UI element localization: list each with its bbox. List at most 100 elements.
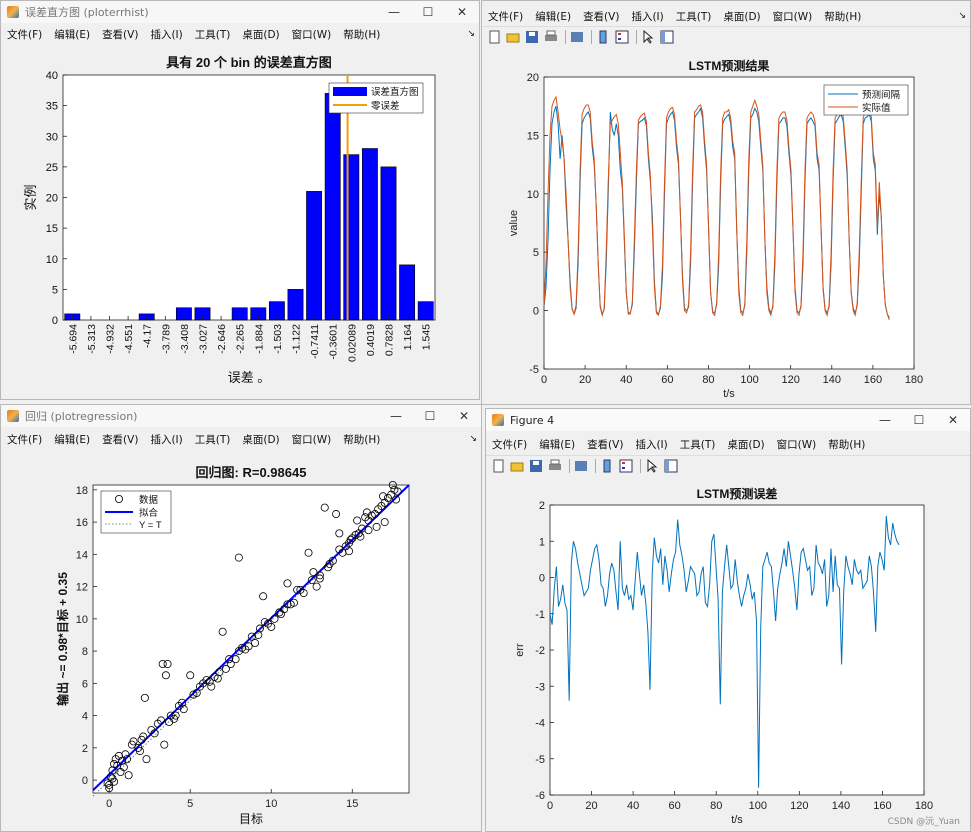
close-button[interactable]: ✕ [445,1,479,23]
menu-help[interactable]: 帮助(H) [343,27,380,42]
menu-window[interactable]: 窗口(W) [292,432,332,447]
legend-label: Y = T [139,520,162,531]
maximize-button[interactable]: ☐ [411,1,445,23]
err-titlebar[interactable]: Figure 4 — ☐ ✕ [486,409,970,431]
pointer-icon[interactable] [640,29,656,45]
new-figure-icon[interactable] [490,458,506,474]
x-tick-label: -4.551 [123,324,135,354]
legend-icon[interactable] [618,458,634,474]
minimize-button[interactable]: — [868,409,902,431]
menu-file[interactable]: 文件(F) [7,432,42,447]
save-icon[interactable] [524,29,540,45]
link-plot-icon[interactable] [569,29,585,45]
menu-insert[interactable]: 插入(I) [150,432,182,447]
open-folder-icon[interactable] [509,458,525,474]
maximize-button[interactable]: ☐ [902,409,936,431]
pred-toolbar [482,26,970,46]
print-icon[interactable] [543,29,559,45]
menu-window[interactable]: 窗口(W) [777,437,817,452]
x-tick-label: 40 [620,374,632,386]
colorbar-icon[interactable] [599,458,615,474]
menu-window[interactable]: 窗口(W) [292,27,332,42]
y-axis-label: 输出 ~= 0.98*目标 + 0.35 [55,572,70,706]
y-axis-label: 实例 [23,184,38,210]
property-editor-icon[interactable] [659,29,675,45]
menu-edit[interactable]: 编辑(E) [54,27,90,42]
menu-desktop[interactable]: 桌面(D) [242,432,279,447]
err-window-title: Figure 4 [510,413,555,427]
menu-tools[interactable]: 工具(T) [195,432,231,447]
pred-chart: LSTM预测结果0 20 40 60 80 100 120 140 160 180-5051015… [482,47,970,404]
menu-help[interactable]: 帮助(H) [343,432,380,447]
x-tick-label: 0 [547,800,553,812]
legend-label: 数据 [139,494,159,506]
minimize-button[interactable]: — [379,405,413,427]
x-tick-label: 100 [740,374,758,386]
x-tick-label: -2.265 [235,324,247,354]
legend-label: 实际值 [862,102,891,114]
x-tick-label: -5.694 [67,324,79,354]
print-icon[interactable] [547,458,563,474]
legend-icon[interactable] [614,29,630,45]
menu-desktop[interactable]: 桌面(D) [242,27,279,42]
menu-insert[interactable]: 插入(I) [635,437,667,452]
hist-chart: 具有 20 个 bin 的误差直方图 0 5 10 15 20 25 30 35 40 -5.694… [1,45,479,399]
menu-arrow-icon[interactable]: ↘ [958,11,966,21]
menu-desktop[interactable]: 桌面(D) [723,9,760,24]
y-tick-label: 16 [76,517,88,529]
menu-arrow-icon[interactable]: ↘ [467,29,475,39]
x-tick-label: 0 [541,374,547,386]
x-tick-label: 20 [579,374,591,386]
y-tick-label: 10 [76,614,88,626]
minimize-button[interactable]: — [377,1,411,23]
y-tick-label: 14 [76,549,88,561]
x-tick-label: 180 [915,800,933,812]
hist-bar [361,148,378,321]
menu-tools[interactable]: 工具(T) [195,27,231,42]
menu-arrow-icon[interactable]: ↘ [469,434,477,444]
maximize-button[interactable]: ☐ [413,405,447,427]
y-tick-label: -6 [535,790,545,802]
close-button[interactable]: ✕ [447,405,481,427]
close-button[interactable]: ✕ [936,409,970,431]
menu-view[interactable]: 查看(V) [102,432,138,447]
link-plot-icon[interactable] [573,458,589,474]
save-icon[interactable] [528,458,544,474]
menu-view[interactable]: 查看(V) [583,9,619,24]
menu-help[interactable]: 帮助(H) [824,9,861,24]
menu-help[interactable]: 帮助(H) [828,437,865,452]
open-folder-icon[interactable] [505,29,521,45]
menu-view[interactable]: 查看(V) [587,437,623,452]
pointer-icon[interactable] [644,458,660,474]
y-tick-label: 30 [46,131,58,143]
menu-file[interactable]: 文件(F) [488,9,523,24]
x-tick-label: -4.932 [105,324,117,354]
menu-tools[interactable]: 工具(T) [676,9,712,24]
x-tick-label: -4.17 [142,324,154,348]
menu-edit[interactable]: 编辑(E) [54,432,90,447]
menu-insert[interactable]: 插入(I) [631,9,663,24]
property-editor-icon[interactable] [663,458,679,474]
menu-file[interactable]: 文件(F) [7,27,42,42]
menu-edit[interactable]: 编辑(E) [535,9,571,24]
menu-desktop[interactable]: 桌面(D) [727,437,764,452]
err-toolbar [486,455,970,475]
x-tick-label: 20 [585,800,597,812]
x-tick-label: 1.164 [402,324,414,350]
legend-label: 零误差 [371,100,400,112]
y-tick-label: 0 [52,315,58,327]
menu-insert[interactable]: 插入(I) [150,27,182,42]
menu-tools[interactable]: 工具(T) [680,437,716,452]
colorbar-icon[interactable] [595,29,611,45]
regr-titlebar[interactable]: 回归 (plotregression) — ☐ ✕ [1,405,481,427]
menu-edit[interactable]: 编辑(E) [539,437,575,452]
hist-titlebar[interactable]: 误差直方图 (ploterrhist) — ☐ ✕ [1,1,479,23]
x-tick-label: 5 [187,798,193,810]
x-tick-label: 100 [749,800,767,812]
x-tick-label: -3.408 [179,324,191,354]
y-tick-label: -3 [535,681,545,693]
menu-window[interactable]: 窗口(W) [773,9,813,24]
new-figure-icon[interactable] [486,29,502,45]
menu-file[interactable]: 文件(F) [492,437,527,452]
menu-view[interactable]: 查看(V) [102,27,138,42]
